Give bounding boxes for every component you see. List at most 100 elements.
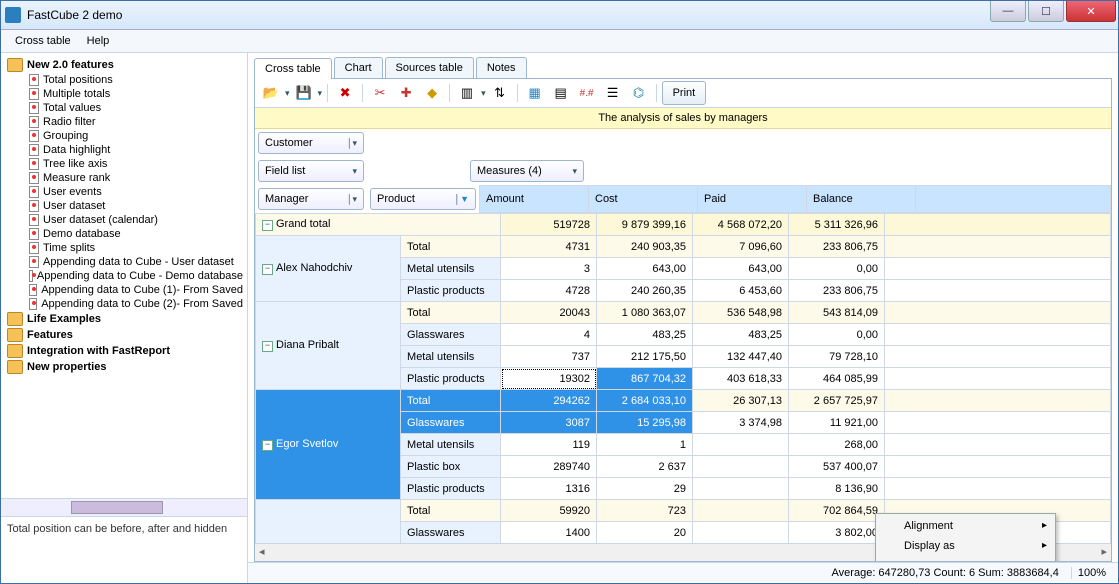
cell[interactable]: 233 806,75	[789, 280, 885, 302]
menu-cross-table[interactable]: Cross table	[7, 32, 79, 50]
ctx-display-as[interactable]: Display as▸	[878, 536, 1053, 556]
total-label[interactable]: Total	[401, 390, 501, 412]
tree-item[interactable]: User dataset	[1, 199, 247, 213]
cell[interactable]: 19302	[501, 368, 597, 390]
tab-chart[interactable]: Chart	[334, 57, 383, 78]
tree-icon[interactable]: ⌬	[627, 81, 651, 105]
tree-group-life-examples[interactable]: Life Examples	[1, 311, 247, 327]
product-cell[interactable]: Metal utensils	[401, 434, 501, 456]
table-icon[interactable]: ▦	[523, 81, 547, 105]
cell[interactable]: 240 903,35	[597, 236, 693, 258]
tab-cross-table[interactable]: Cross table	[254, 58, 332, 79]
highlight-icon[interactable]: ▤	[549, 81, 573, 105]
cell[interactable]: 464 085,99	[789, 368, 885, 390]
cell[interactable]: 4728	[501, 280, 597, 302]
cell[interactable]: 6 453,60	[693, 280, 789, 302]
cell[interactable]	[693, 500, 789, 522]
cell[interactable]: 0,00	[789, 258, 885, 280]
tree-item[interactable]: Radio filter	[1, 115, 247, 129]
product-cell[interactable]: Glasswares	[401, 412, 501, 434]
cell[interactable]: 5 311 326,96	[789, 214, 885, 236]
product-cell[interactable]: Plastic box	[401, 456, 501, 478]
tree-item[interactable]: Grouping	[1, 129, 247, 143]
cell[interactable]: 26 307,13	[693, 390, 789, 412]
cell[interactable]: 643,00	[597, 258, 693, 280]
product-cell[interactable]: Plastic products	[401, 368, 501, 390]
cell[interactable]: 294262	[501, 390, 597, 412]
diamond-icon[interactable]: ◆	[420, 81, 444, 105]
delete-icon[interactable]: ✖	[333, 81, 357, 105]
row-icon[interactable]: ☰	[601, 81, 625, 105]
tree-item[interactable]: Appending data to Cube - Demo database	[1, 269, 247, 283]
cell[interactable]: 119	[501, 434, 597, 456]
cell[interactable]: 1400	[501, 522, 597, 544]
cell[interactable]: 543 814,09	[789, 302, 885, 324]
cell[interactable]: 2 637	[597, 456, 693, 478]
tree-item[interactable]: Appending data to Cube (2)- From Saved	[1, 297, 247, 311]
cut-icon[interactable]: ✂	[368, 81, 392, 105]
cell[interactable]: 723	[597, 500, 693, 522]
minimize-button[interactable]: —	[990, 1, 1026, 22]
cell[interactable]: 519728	[501, 214, 597, 236]
cell[interactable]: 132 447,40	[693, 346, 789, 368]
cell[interactable]	[693, 456, 789, 478]
save-icon[interactable]: 💾	[292, 81, 316, 105]
cell[interactable]: 59920	[501, 500, 597, 522]
cell[interactable]: 4731	[501, 236, 597, 258]
cell[interactable]: 20043	[501, 302, 597, 324]
data-grid[interactable]: −Grand total5197289 879 399,164 568 072,…	[255, 213, 1111, 543]
measure-header-cost[interactable]: Cost	[589, 186, 698, 213]
total-label[interactable]: Total	[401, 500, 501, 522]
add-icon[interactable]: ✚	[394, 81, 418, 105]
cell[interactable]: 20	[597, 522, 693, 544]
cell[interactable]: 702 864,59	[789, 500, 885, 522]
tab-sources-table[interactable]: Sources table	[385, 57, 474, 78]
tree-group-new-properties[interactable]: New properties	[1, 359, 247, 375]
cell[interactable]: 1	[597, 434, 693, 456]
manager-cell[interactable]: −Egor Svetlov	[256, 390, 401, 500]
cell[interactable]: 1 080 363,07	[597, 302, 693, 324]
format-icon[interactable]: #.#	[575, 81, 599, 105]
tree-view[interactable]: New 2.0 features Total positionsMultiple…	[1, 53, 247, 498]
cell[interactable]: 268,00	[789, 434, 885, 456]
measure-header-paid[interactable]: Paid	[698, 186, 807, 213]
menu-help[interactable]: Help	[79, 32, 118, 50]
tree-item[interactable]: Multiple totals	[1, 87, 247, 101]
cell[interactable]: 3087	[501, 412, 597, 434]
tree-item[interactable]: Time splits	[1, 241, 247, 255]
tree-item[interactable]: Appending data to Cube - User dataset	[1, 255, 247, 269]
measure-header-balance[interactable]: Balance	[807, 186, 916, 213]
ctx-select[interactable]: Select▸	[878, 556, 1053, 561]
sort-icon[interactable]: ⇅	[488, 81, 512, 105]
maximize-button[interactable]: ☐	[1028, 1, 1064, 22]
scrollbar-thumb[interactable]	[71, 501, 163, 514]
cell[interactable]: 11 921,00	[789, 412, 885, 434]
tab-notes[interactable]: Notes	[476, 57, 527, 78]
columns-icon[interactable]: ▥	[455, 81, 479, 105]
context-menu[interactable]: Alignment▸ Display as▸ Select▸ Copy Sort…	[875, 513, 1056, 561]
product-cell[interactable]: Plastic products	[401, 280, 501, 302]
grand-total-label[interactable]: −Grand total	[256, 214, 501, 236]
product-cell[interactable]: Metal utensils	[401, 346, 501, 368]
cell[interactable]: 3 374,98	[693, 412, 789, 434]
cell[interactable]: 212 175,50	[597, 346, 693, 368]
manager-cell[interactable]: −Alex Nahodchiv	[256, 236, 401, 302]
cell[interactable]: 536 548,98	[693, 302, 789, 324]
tree-item[interactable]: Data highlight	[1, 143, 247, 157]
cell[interactable]: 643,00	[693, 258, 789, 280]
cell[interactable]: 0,00	[789, 324, 885, 346]
cell[interactable]: 7 096,60	[693, 236, 789, 258]
cell[interactable]: 4	[501, 324, 597, 346]
cell[interactable]: 737	[501, 346, 597, 368]
tree-item[interactable]: Tree like axis	[1, 157, 247, 171]
manager-cell[interactable]: −Evgenia Besprinzipnaya	[256, 500, 401, 544]
manager-cell[interactable]: −Diana Pribalt	[256, 302, 401, 390]
cell[interactable]: 483,25	[597, 324, 693, 346]
cell[interactable]: 3 802,00	[789, 522, 885, 544]
page-field-customer[interactable]: Customer│▾	[258, 132, 364, 154]
cell[interactable]	[693, 478, 789, 500]
cell[interactable]: 3	[501, 258, 597, 280]
row-field-product[interactable]: Product│▼	[370, 188, 476, 210]
product-cell[interactable]: Glasswares	[401, 522, 501, 544]
open-icon[interactable]: 📂	[259, 81, 283, 105]
